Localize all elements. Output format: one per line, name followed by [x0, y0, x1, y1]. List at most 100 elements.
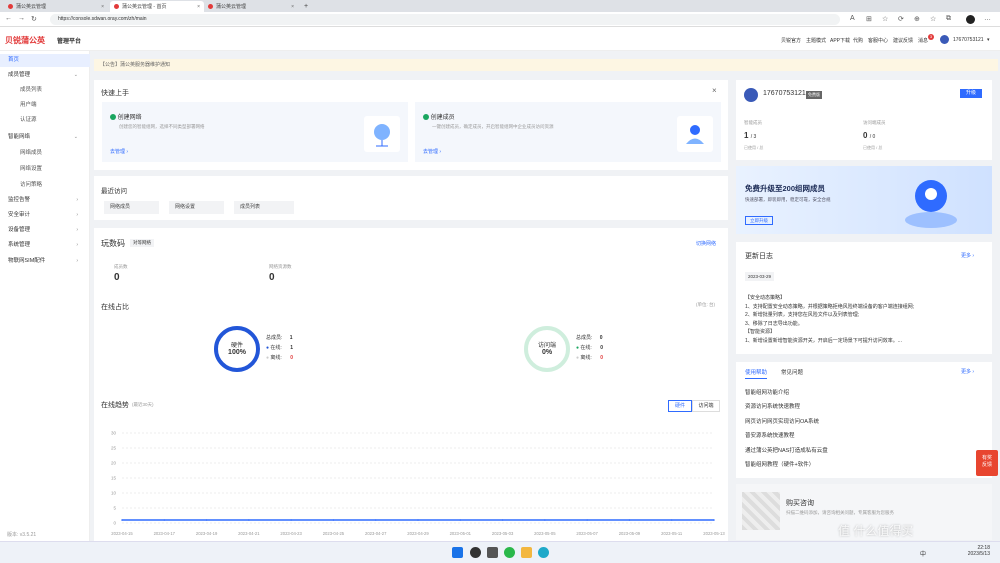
promo-banner[interactable]: 免费升级至200组网成员 快速部署，即装即用，稳定可靠，安全合规 立即升级: [736, 166, 992, 234]
brand-logo[interactable]: 贝锐蒲公英: [5, 35, 45, 46]
globe-icon: [374, 124, 390, 147]
client-ring: 访问端 0%: [524, 326, 570, 372]
data-point: [628, 519, 631, 521]
header-link[interactable]: 建议反馈: [893, 37, 913, 44]
y-tick-label: 25: [111, 446, 117, 451]
sidebar-item-network-settings[interactable]: 网络设置: [0, 163, 90, 176]
search-icon[interactable]: [470, 547, 481, 558]
sidebar-item-member-list[interactable]: 成员列表: [0, 84, 90, 97]
header-link[interactable]: 代购: [853, 37, 863, 44]
profile-icon[interactable]: [966, 15, 975, 24]
avatar[interactable]: [940, 35, 949, 44]
tab-client[interactable]: 访问端: [692, 400, 720, 412]
more-icon[interactable]: …: [984, 15, 991, 22]
sidebar-item-clients[interactable]: 用户端: [0, 99, 90, 112]
sidebar-item-auth[interactable]: 认证源: [0, 114, 90, 127]
hardware-legend: 总成员: 1 ● 在线: 1 ● 离线: 0: [266, 335, 293, 361]
url-input[interactable]: https://console.sdwan.oray.com/zh/main: [50, 14, 840, 25]
file-explorer-icon[interactable]: [521, 547, 532, 558]
upgrade-button[interactable]: 升级: [960, 89, 982, 98]
help-link[interactable]: 智能组网功能介绍: [745, 388, 789, 396]
sidebar-item-monitor[interactable]: 监控告警 ›: [0, 194, 90, 207]
header-link[interactable]: 客服中心: [868, 37, 888, 44]
reload-icon[interactable]: ↻: [31, 15, 37, 23]
task-view-icon[interactable]: [487, 547, 498, 558]
help-link[interactable]: 资源访问系统快速教程: [745, 402, 800, 410]
product-name: 管理平台: [57, 39, 82, 45]
data-point: [459, 519, 462, 521]
browser-tab[interactable]: 蒲公英云管理 ×: [204, 1, 298, 12]
edge-icon[interactable]: [538, 547, 549, 558]
grid-icon[interactable]: ⊞: [866, 15, 872, 23]
favorites-icon[interactable]: ☆: [930, 15, 936, 23]
header-link[interactable]: 主题模式: [806, 37, 826, 44]
read-aloud-icon[interactable]: A: [850, 15, 855, 22]
chevron-down-icon[interactable]: ▾: [987, 37, 990, 43]
help-more-link[interactable]: 更多 ›: [961, 368, 974, 375]
close-icon[interactable]: ×: [101, 4, 104, 10]
wechat-icon[interactable]: [504, 547, 515, 558]
header-link[interactable]: 贝锐官方: [781, 37, 801, 44]
extension-icon[interactable]: ⊕: [914, 15, 920, 23]
input-language[interactable]: 中: [920, 549, 926, 558]
help-link[interactable]: 通过蒲公英把NAS打造成私有云盘: [745, 446, 828, 454]
x-tick-label: 2023-04-23: [280, 531, 302, 536]
sidebar-item-home[interactable]: 首页: [0, 54, 90, 67]
check-icon: [423, 114, 429, 121]
changelog-body: 【安全动态策略】 1、支持配置安全动态策略，并根据策略拒绝风险终端设备的客户端连…: [745, 295, 915, 344]
promo-button[interactable]: 立即升级: [745, 216, 773, 225]
stat-value: 0: [863, 131, 868, 140]
chevron-right-icon: ›: [76, 242, 78, 248]
go-manage-link[interactable]: 去管理 ›: [423, 148, 441, 155]
close-icon[interactable]: ×: [197, 4, 200, 10]
system-clock[interactable]: 22:18 2023/5/13: [958, 545, 990, 557]
collections-icon[interactable]: ⧉: [946, 15, 951, 23]
promo-title: 免费升级至200组网成员: [745, 184, 826, 193]
new-tab-button[interactable]: +: [300, 1, 312, 12]
switch-network-link[interactable]: 切换网络: [696, 240, 716, 247]
messages-link[interactable]: 消息: [918, 37, 928, 44]
browser-tab[interactable]: 蒲公英云管理 ×: [4, 1, 108, 12]
sidebar-item-sim[interactable]: 物联网SIM配件 ›: [0, 255, 90, 268]
account-card: 17670753121 免费版 升级 智能成员 1 / 3 已使用 / 总 访问…: [736, 80, 992, 160]
sidebar-item-access-policy[interactable]: 访问策略: [0, 179, 90, 192]
tab-faq[interactable]: 常见问题: [781, 368, 803, 376]
data-point: [374, 519, 377, 521]
quickstart-item-member[interactable]: 创建成员 一键创建成员，确定成员，开启智能组网中企业成员访问资源 去管理 ›: [415, 102, 721, 162]
quickstart-item-network[interactable]: 创建网络 创建您的智能组网，选择不同类型部署网络 去管理 ›: [102, 102, 408, 162]
go-manage-link[interactable]: 去管理 ›: [110, 148, 128, 155]
feedback-float-button[interactable]: 有奖 反馈: [976, 450, 998, 476]
tab-hardware[interactable]: 硬件: [668, 400, 692, 412]
y-tick-label: 20: [111, 461, 117, 466]
network-type-tag: 对等网络: [130, 239, 154, 247]
recent-chip[interactable]: 网络设置: [169, 201, 224, 214]
sidebar-item-audit[interactable]: 安全审计 ›: [0, 209, 90, 222]
close-icon[interactable]: ×: [291, 4, 294, 10]
notice-banner[interactable]: 【公告】蒲公英服务器维护通知: [94, 59, 998, 71]
forward-icon[interactable]: →: [18, 15, 25, 22]
refresh-icon[interactable]: ⟳: [898, 15, 904, 23]
header-link[interactable]: APP下载: [830, 37, 850, 44]
watermark-text: 值 什么值得买: [838, 524, 914, 538]
sidebar-item-member[interactable]: 成员管理 ⌄: [0, 69, 90, 82]
user-name[interactable]: 17670753121: [953, 37, 984, 43]
changelog-more-link[interactable]: 更多 ›: [961, 252, 974, 259]
sidebar-item-devices[interactable]: 设备管理 ›: [0, 224, 90, 237]
sidebar-item-network[interactable]: 智能网络 ⌄: [0, 131, 90, 144]
favicon-icon: [208, 4, 213, 9]
close-icon[interactable]: ×: [712, 86, 717, 95]
star-icon[interactable]: ☆: [882, 15, 888, 23]
sidebar-item-system[interactable]: 系统管理 ›: [0, 239, 90, 252]
recent-chip[interactable]: 网络成员: [104, 201, 159, 214]
recent-chip[interactable]: 成员列表: [234, 201, 294, 214]
browser-tab-active[interactable]: 蒲公英云管理 - 首页 ×: [110, 1, 204, 12]
back-icon[interactable]: ←: [5, 15, 12, 22]
avatar: [744, 88, 758, 102]
help-link[interactable]: 网页访问网页实现访问OA系统: [745, 417, 819, 425]
quickstart-item-title: 创建网络: [117, 115, 142, 121]
start-icon[interactable]: [452, 547, 463, 558]
help-link[interactable]: 智能组网教程（硬件+软件）: [745, 460, 814, 468]
help-link[interactable]: 普安源系统快速教程: [745, 431, 795, 439]
tab-help[interactable]: 使用帮助: [745, 368, 768, 379]
sidebar-item-network-members[interactable]: 网络成员: [0, 147, 90, 160]
